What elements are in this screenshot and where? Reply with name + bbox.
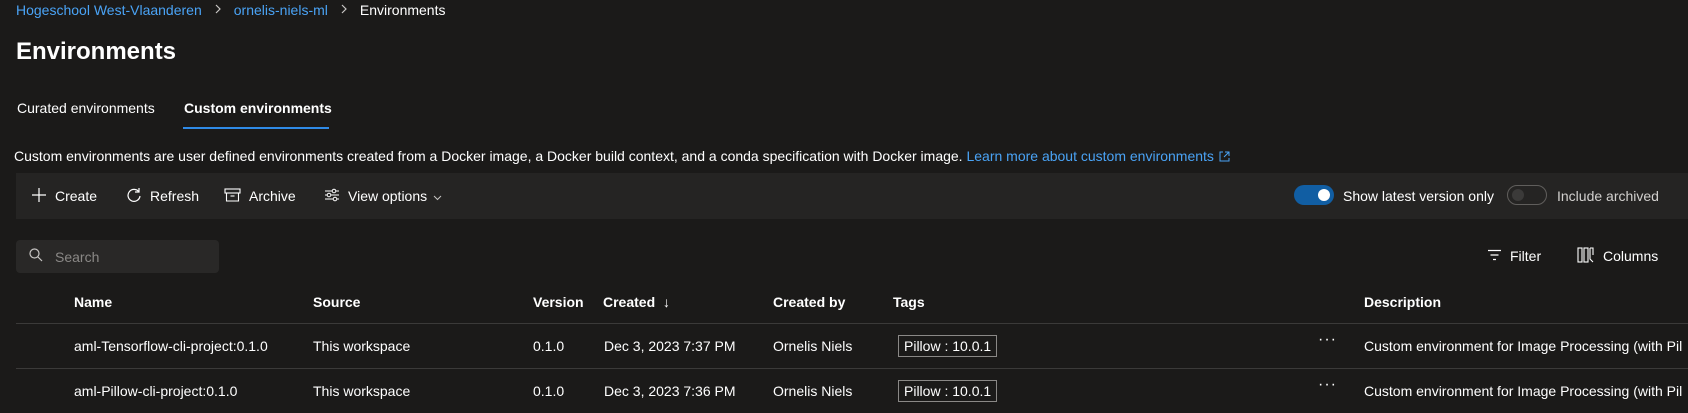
page-title: Environments [16,38,177,65]
columns-icon [1577,246,1603,266]
chevron-right-icon [340,3,348,17]
description-cell: Custom environment for Image Processing … [1364,383,1683,399]
show-latest-version-toggle[interactable] [1294,185,1334,205]
breadcrumb: Hogeschool West-Vlaanderen ornelis-niels… [16,1,445,19]
plus-icon [31,187,55,206]
column-header-description[interactable]: Description [1364,294,1441,310]
column-header-name[interactable]: Name [74,294,112,310]
column-header-version[interactable]: Version [533,294,584,310]
filter-icon [1487,248,1510,264]
archive-icon [224,187,249,206]
more-actions-icon[interactable]: ··· [1318,376,1337,394]
breadcrumb-current: Environments [359,2,446,18]
environment-name-link[interactable]: aml-Pillow-cli-project:0.1.0 [74,383,237,399]
include-archived-toggle[interactable] [1507,185,1547,205]
archive-label: Archive [249,188,296,204]
view-options-button[interactable]: View options [324,173,450,219]
column-header-tags[interactable]: Tags [893,294,925,310]
command-bar: Create Refresh Archive View options Show… [16,173,1688,219]
tag-badge: Pillow : 10.0.1 [898,380,998,402]
breadcrumb-workspace-group[interactable]: Hogeschool West-Vlaanderen [16,2,202,18]
columns-button[interactable]: Columns [1577,246,1658,266]
archive-button[interactable]: Archive [224,173,296,219]
created-cell: Dec 3, 2023 7:37 PM [604,338,736,354]
source-cell: This workspace [313,338,411,354]
view-options-label: View options [348,188,428,204]
created-by-cell: Ornelis Niels [773,383,853,399]
column-header-created-by[interactable]: Created by [773,294,845,310]
row-divider [16,323,1688,324]
filter-button[interactable]: Filter [1487,246,1541,266]
tag-badge: Pillow : 10.0.1 [898,335,998,357]
search-box[interactable] [16,240,219,273]
search-input[interactable] [55,248,205,265]
breadcrumb-workspace[interactable]: ornelis-niels-ml [234,2,328,18]
create-label: Create [55,188,98,204]
search-icon [29,248,43,265]
chevron-right-icon [214,3,222,17]
more-actions-icon[interactable]: ··· [1318,331,1337,349]
toggle-knob [1318,189,1330,201]
column-header-created[interactable]: Created ↓ [603,294,670,310]
source-cell: This workspace [313,383,411,399]
sort-descending-icon: ↓ [663,294,671,310]
include-archived-label: Include archived [1557,188,1659,204]
settings-sliders-icon [324,187,348,206]
refresh-button[interactable]: Refresh [126,173,199,219]
chevron-down-icon [433,188,450,204]
tab-custom-environments[interactable]: Custom environments [184,100,332,116]
tab-curated-environments[interactable]: Curated environments [17,100,155,116]
environment-name-link[interactable]: aml-Tensorflow-cli-project:0.1.0 [74,338,268,354]
created-by-cell: Ornelis Niels [773,338,853,354]
create-button[interactable]: Create [31,173,97,219]
refresh-label: Refresh [150,188,200,204]
version-cell: 0.1.0 [533,383,565,399]
learn-more-label: Learn more about custom environments [966,148,1214,164]
created-header-label: Created [603,294,656,310]
description-cell: Custom environment for Image Processing … [1364,338,1683,354]
created-cell: Dec 3, 2023 7:36 PM [604,383,736,399]
filter-label: Filter [1510,248,1542,264]
columns-label: Columns [1603,248,1659,264]
description-text: Custom environments are user defined env… [14,148,963,164]
column-header-source[interactable]: Source [313,294,360,310]
learn-more-link[interactable]: Learn more about custom environments [966,148,1230,165]
toggle-knob [1512,189,1524,201]
active-tab-indicator [183,127,329,129]
page-description: Custom environments are user defined env… [14,148,1230,165]
show-latest-version-label: Show latest version only [1343,188,1494,204]
refresh-icon [126,187,150,206]
version-cell: 0.1.0 [533,338,565,354]
row-divider [16,368,1688,369]
external-link-icon [1219,149,1230,165]
